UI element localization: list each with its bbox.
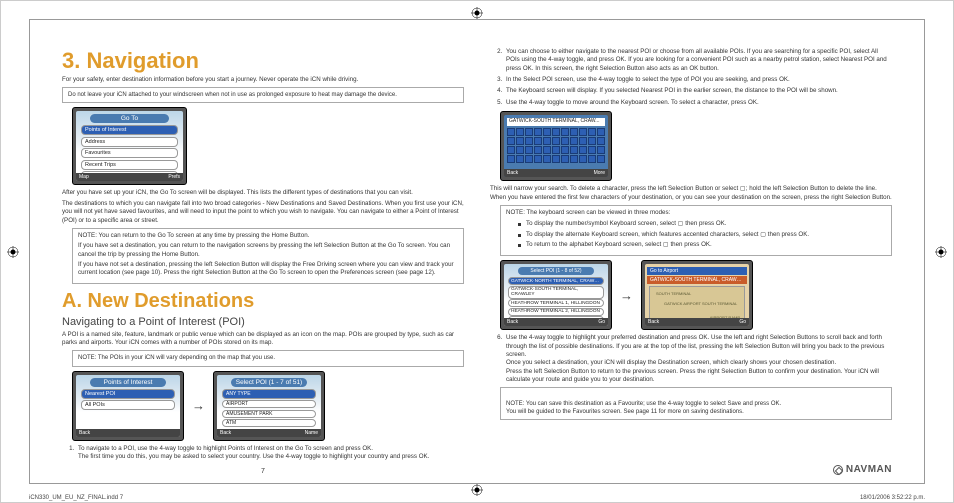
left-column: 3. Navigation For your safety, enter des… (62, 48, 464, 473)
arrow-icon: → (620, 288, 633, 303)
safety-text: For your safety, enter destination infor… (62, 76, 464, 84)
step-6: Use the 4-way toggle to highlight your p… (504, 334, 892, 384)
arrow-icon: → (192, 398, 205, 413)
crop-mark-right (935, 246, 947, 258)
poi-list-screenshot: Select POI (1 - 8 of 52) GATWICK·NORTH T… (500, 260, 612, 330)
goto-screenshot: Go To Points of Interest Address Favouri… (72, 107, 187, 185)
section-a-heading: A. New Destinations (62, 290, 464, 313)
destination-map-screenshot: Go to Airport GATWICK-SOUTH TERMINAL, CR… (641, 260, 753, 330)
steps-list-right: You can choose to either navigate to the… (504, 48, 892, 107)
indd-timestamp: 18/01/2006 3:52:22 p.m. (860, 495, 925, 501)
keyboard-modes-note: NOTE: The keyboard screen can be viewed … (500, 205, 892, 256)
keyboard-screenshot: GATWICK-SOUTH TERMINAL, CRAW... Back Mor… (500, 111, 612, 181)
steps-list-left: To navigate to a POI, use the 4-way togg… (76, 445, 464, 462)
note-home-button: NOTE: You can return to the Go To screen… (72, 228, 464, 284)
step-2: You can choose to either navigate to the… (504, 48, 892, 73)
page-number-center: 7 (261, 468, 265, 475)
narrow-search-text: This will narrow your search. To delete … (490, 185, 892, 202)
poi-screenshot-1: Points of Interest Nearest POI All POIs … (72, 371, 184, 441)
indd-filename: iCN330_UM_EU_NZ_FINAL.indd 7 (29, 495, 123, 501)
step-3: In the Select POI screen, use the 4-way … (504, 76, 892, 84)
poi-desc: A POI is a named site, feature, landmark… (62, 331, 464, 348)
favourite-note: NOTE: You can save this destination as a… (500, 387, 892, 419)
poi-screenshot-2: Select POI (1 - 7 of 51) ANY TYPE AIRPOR… (213, 371, 325, 441)
section-heading: 3. Navigation (62, 48, 464, 74)
destinations-desc: The destinations to which you can naviga… (62, 200, 464, 225)
crop-mark-top (471, 7, 483, 19)
crop-mark-left (7, 246, 19, 258)
step-4: The Keyboard screen will display. If you… (504, 87, 892, 95)
navman-icon (833, 465, 843, 475)
right-column: You can choose to either navigate to the… (490, 48, 892, 473)
indd-footer: iCN330_UM_EU_NZ_FINAL.indd 7 18/01/2006 … (29, 495, 925, 501)
step-1: To navigate to a POI, use the 4-way togg… (76, 445, 464, 462)
after-setup-text: After you have set up your iCN, the Go T… (62, 189, 464, 197)
warning-box: Do not leave your iCN attached to your w… (62, 87, 464, 103)
subsection-heading: Navigating to a Point of Interest (POI) (62, 316, 464, 328)
step-5: Use the 4-way toggle to move around the … (504, 99, 892, 107)
note-poi-vary: NOTE: The POIs in your iCN will vary dep… (72, 350, 464, 366)
brand-logo: NAVMAN (833, 464, 892, 475)
steps-list-right-2: Use the 4-way toggle to highlight your p… (504, 334, 892, 384)
